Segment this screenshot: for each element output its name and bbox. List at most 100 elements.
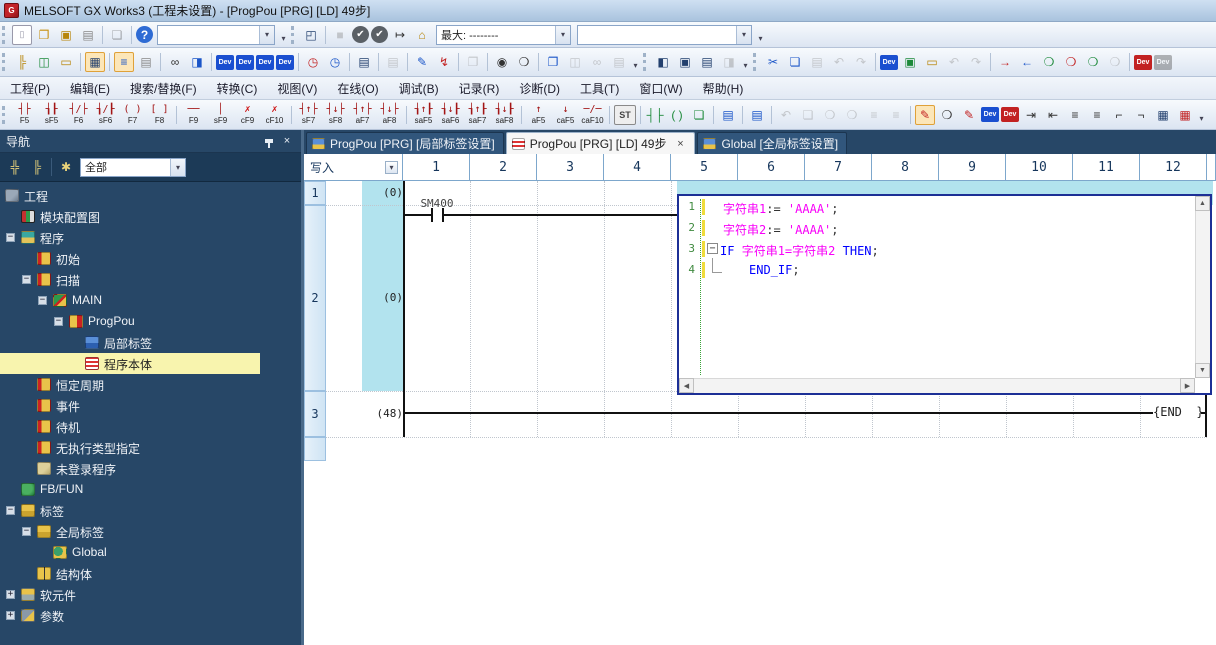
save-project-icon[interactable]: ▣: [56, 25, 76, 45]
label-editor-icon[interactable]: ▭: [56, 52, 76, 72]
tab-2[interactable]: ProgPou [PRG] [LD] 49步×: [506, 132, 696, 154]
restore-window-1-icon[interactable]: ↶: [944, 52, 964, 72]
wrap-ladder-icon[interactable]: ¬: [1131, 105, 1151, 125]
monitor-stop-icon[interactable]: ❍: [1105, 52, 1125, 72]
intelligent-function-module-icon[interactable]: ▦: [85, 52, 105, 72]
collapse-icon[interactable]: −: [6, 506, 15, 515]
tree-item-工程[interactable]: 工程: [0, 185, 260, 206]
label-comment-display-icon[interactable]: ▭: [922, 52, 942, 72]
paste-icon[interactable]: ▤: [807, 52, 827, 72]
menu-item-11[interactable]: 窗口(W): [629, 77, 692, 100]
ladder-edit-mode-icon[interactable]: ✎: [915, 105, 935, 125]
tree-item-初始[interactable]: 初始: [0, 248, 260, 269]
device-find-icon[interactable]: Dev: [216, 55, 234, 70]
read-from-plc-icon[interactable]: ←: [1017, 52, 1037, 72]
ladder-editor[interactable]: 写入 ▾ 123456789101112 1(0)2(0)3(48) SM400…: [304, 154, 1216, 645]
search-back-icon[interactable]: ❍: [820, 105, 840, 125]
tree-item-FB/FUN[interactable]: FB/FUN: [0, 479, 260, 500]
parallel-open-contact-button[interactable]: ┧┠sF5: [38, 101, 65, 128]
io-check-icon[interactable]: ↯: [434, 52, 454, 72]
collapse-icon[interactable]: −: [38, 296, 47, 305]
element-selection-window-icon[interactable]: ◧: [653, 52, 673, 72]
module-read-icon[interactable]: ◫: [34, 52, 54, 72]
invert-result-button[interactable]: ─/─caF10: [579, 101, 606, 128]
safety-operation-icon[interactable]: ⌂: [412, 25, 432, 45]
device-replace-icon[interactable]: Dev: [256, 55, 274, 70]
contact-device-label[interactable]: SM400: [406, 197, 468, 210]
st-code-line[interactable]: 字符串2:= 'AAAA';: [723, 221, 839, 238]
device-batch-replace-icon[interactable]: Dev: [276, 55, 294, 70]
close-contact-button[interactable]: ┤/├F6: [65, 101, 92, 128]
tab-close-icon[interactable]: ×: [674, 138, 686, 150]
cut-icon[interactable]: ✂: [763, 52, 783, 72]
open-contact-button[interactable]: ┤├F5: [11, 101, 38, 128]
rising-pulse-branch-button[interactable]: ┧↑┠saF5: [410, 101, 437, 128]
tree-item-局部标签[interactable]: 局部标签: [0, 332, 260, 353]
keyword-search-combo[interactable]: ▾: [157, 25, 275, 45]
outline-display-icon[interactable]: ▤: [354, 52, 374, 72]
project-verify-icon[interactable]: ❏: [107, 25, 127, 45]
align-statement-icon[interactable]: ≡: [1065, 105, 1085, 125]
device-monitor-off-icon[interactable]: Dev: [1154, 55, 1172, 70]
overwrite-mode-icon[interactable]: ≡: [886, 105, 906, 125]
rising-pulse-button[interactable]: ┤↑├sF7: [295, 101, 322, 128]
connect-line-icon[interactable]: ⌐: [1109, 105, 1129, 125]
tree-item-待机[interactable]: 待机: [0, 416, 260, 437]
insert-row-icon[interactable]: ⇥: [1021, 105, 1041, 125]
collapse-icon[interactable]: −: [22, 275, 31, 284]
dropdown-arrow-icon[interactable]: ▾: [736, 26, 751, 44]
toolbar-overflow-icon[interactable]: ▾: [755, 26, 766, 44]
tree-item-程序本体[interactable]: 程序本体: [0, 353, 260, 374]
watch-timer-1-icon[interactable]: ◷: [303, 52, 323, 72]
menu-item-10[interactable]: 工具(T): [570, 77, 629, 100]
rising-pulse-conversion-button[interactable]: ↑aF5: [525, 101, 552, 128]
tab-3[interactable]: Global [全局标签设置]: [697, 132, 847, 154]
settings-gear-icon[interactable]: ✱: [56, 157, 76, 177]
tree-filter-combo[interactable]: 全部▾: [80, 158, 186, 177]
menu-item-8[interactable]: 记录(R): [449, 77, 510, 100]
end-instruction[interactable]: {END }: [1153, 405, 1201, 419]
device-check-2-icon[interactable]: Dev: [1001, 107, 1019, 122]
scroll-down-icon[interactable]: ▼: [1195, 363, 1210, 378]
coil-button[interactable]: ( )F7: [119, 101, 146, 128]
find-next-icon[interactable]: ∞: [587, 52, 607, 72]
tree-item-ProgPou[interactable]: −ProgPou: [0, 311, 260, 332]
tree-item-MAIN[interactable]: −MAIN: [0, 290, 260, 311]
device-monitor-on-icon[interactable]: Dev: [1134, 55, 1152, 70]
tree-display-option-icon[interactable]: ╬: [5, 157, 25, 177]
tree-item-程序[interactable]: −程序: [0, 227, 260, 248]
device-display-icon[interactable]: ◉: [492, 52, 512, 72]
menu-item-12[interactable]: 帮助(H): [693, 77, 754, 100]
monitor-start-watching-icon[interactable]: ❍: [1039, 52, 1059, 72]
scroll-right-icon[interactable]: ▶: [1180, 378, 1195, 393]
edit-coil-icon[interactable]: ( ): [667, 105, 687, 125]
tree-item-参数[interactable]: +参数: [0, 605, 260, 626]
scroll-left-icon[interactable]: ◀: [679, 378, 694, 393]
falling-pulse-branch-button[interactable]: ┧↓┠saF6: [437, 101, 464, 128]
expand-icon[interactable]: +: [6, 611, 15, 620]
restore-window-2-icon[interactable]: ↷: [966, 52, 986, 72]
horizontal-line-button[interactable]: ──F9: [180, 101, 207, 128]
fold-minus-icon[interactable]: −: [707, 243, 718, 254]
write-to-plc-icon[interactable]: →: [995, 52, 1015, 72]
monitor-write-mode-icon[interactable]: ✎: [959, 105, 979, 125]
close-icon[interactable]: ×: [279, 133, 295, 149]
tree-item-全局标签[interactable]: −全局标签: [0, 521, 260, 542]
docking-window-3-icon[interactable]: ◨: [719, 52, 739, 72]
tree-item-软元件[interactable]: +软元件: [0, 584, 260, 605]
project-tree-view-icon[interactable]: ╠: [12, 52, 32, 72]
device-entry-icon[interactable]: Dev: [236, 55, 254, 70]
insert-mode-icon[interactable]: ≡: [864, 105, 884, 125]
tree-collapse-all-icon[interactable]: ╠: [27, 157, 47, 177]
redo-icon[interactable]: ↷: [851, 52, 871, 72]
collapse-icon[interactable]: −: [22, 527, 31, 536]
read-mode-icon[interactable]: ❍: [937, 105, 957, 125]
tree-item-结构体[interactable]: 结构体: [0, 563, 260, 584]
dropdown-arrow-icon[interactable]: ▾: [555, 26, 570, 44]
scroll-up-icon[interactable]: ▲: [1195, 196, 1210, 211]
inline-st-box[interactable]: 1字符串1:= 'AAAA';2字符串2:= 'AAAA';3−IF 字符串1=…: [677, 194, 1212, 395]
tree-item-Global[interactable]: Global: [0, 542, 260, 563]
tab-1[interactable]: ProgPou [PRG] [局部标签设置]: [306, 132, 504, 154]
falling-pulse-button[interactable]: ┤↓├sF8: [322, 101, 349, 128]
monitor-screen-icon[interactable]: ▣: [900, 52, 920, 72]
